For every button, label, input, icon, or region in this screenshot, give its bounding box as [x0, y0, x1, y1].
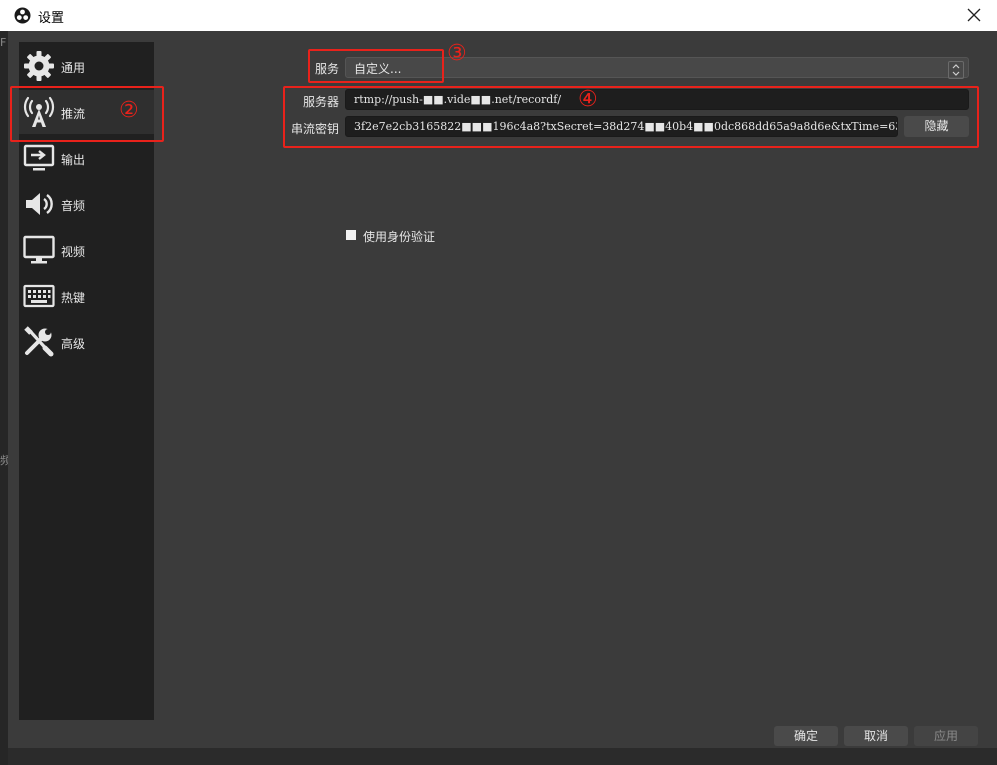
speaker-icon [26, 193, 53, 215]
output-icon [23, 144, 55, 171]
annotation-box-4 [283, 86, 979, 148]
title-bar: 设置 [0, 0, 997, 32]
tools-icon [24, 326, 54, 357]
ok-button[interactable]: 确定 [774, 726, 838, 746]
sidebar-item-label: 高级 [61, 337, 86, 351]
monitor-icon [23, 235, 55, 264]
background-window-edge [0, 31, 8, 765]
sidebar-item-advanced[interactable]: 高级 [19, 320, 154, 364]
sidebar-item-video[interactable]: 视频 [19, 228, 154, 272]
background-taskbar-strip [8, 748, 997, 765]
annotation-box-2 [10, 86, 164, 142]
settings-sidebar: 通用 推流 输出 音频 视频 热键 高级 [19, 42, 154, 720]
sidebar-item-output[interactable]: 输出 [19, 136, 154, 180]
sidebar-item-hotkeys[interactable]: 热键 [19, 274, 154, 318]
sidebar-item-label: 输出 [61, 153, 86, 167]
annotation-number-4: ④ [578, 87, 598, 112]
background-menu-letter: F [0, 36, 7, 49]
apply-button[interactable]: 应用 [914, 726, 978, 746]
sidebar-item-label: 热键 [61, 291, 86, 305]
annotation-number-2: ② [119, 98, 139, 123]
sidebar-item-audio[interactable]: 音频 [19, 182, 154, 226]
close-button[interactable] [951, 0, 997, 31]
window-title: 设置 [38, 11, 65, 26]
sidebar-item-label: 音频 [61, 199, 86, 213]
use-auth-label: 使用身份验证 [363, 230, 436, 244]
annotation-box-3 [308, 49, 444, 83]
cancel-button[interactable]: 取消 [844, 726, 908, 746]
gear-icon [24, 51, 54, 81]
annotation-number-3: ③ [447, 41, 467, 66]
obs-logo-icon [14, 7, 31, 24]
keyboard-icon [23, 284, 55, 308]
sidebar-item-general[interactable]: 通用 [19, 44, 154, 88]
sidebar-item-label: 通用 [61, 61, 86, 75]
close-icon [967, 8, 981, 22]
use-auth-checkbox[interactable] [346, 230, 356, 240]
sidebar-item-label: 视频 [61, 245, 86, 259]
select-arrows-icon [948, 61, 964, 79]
